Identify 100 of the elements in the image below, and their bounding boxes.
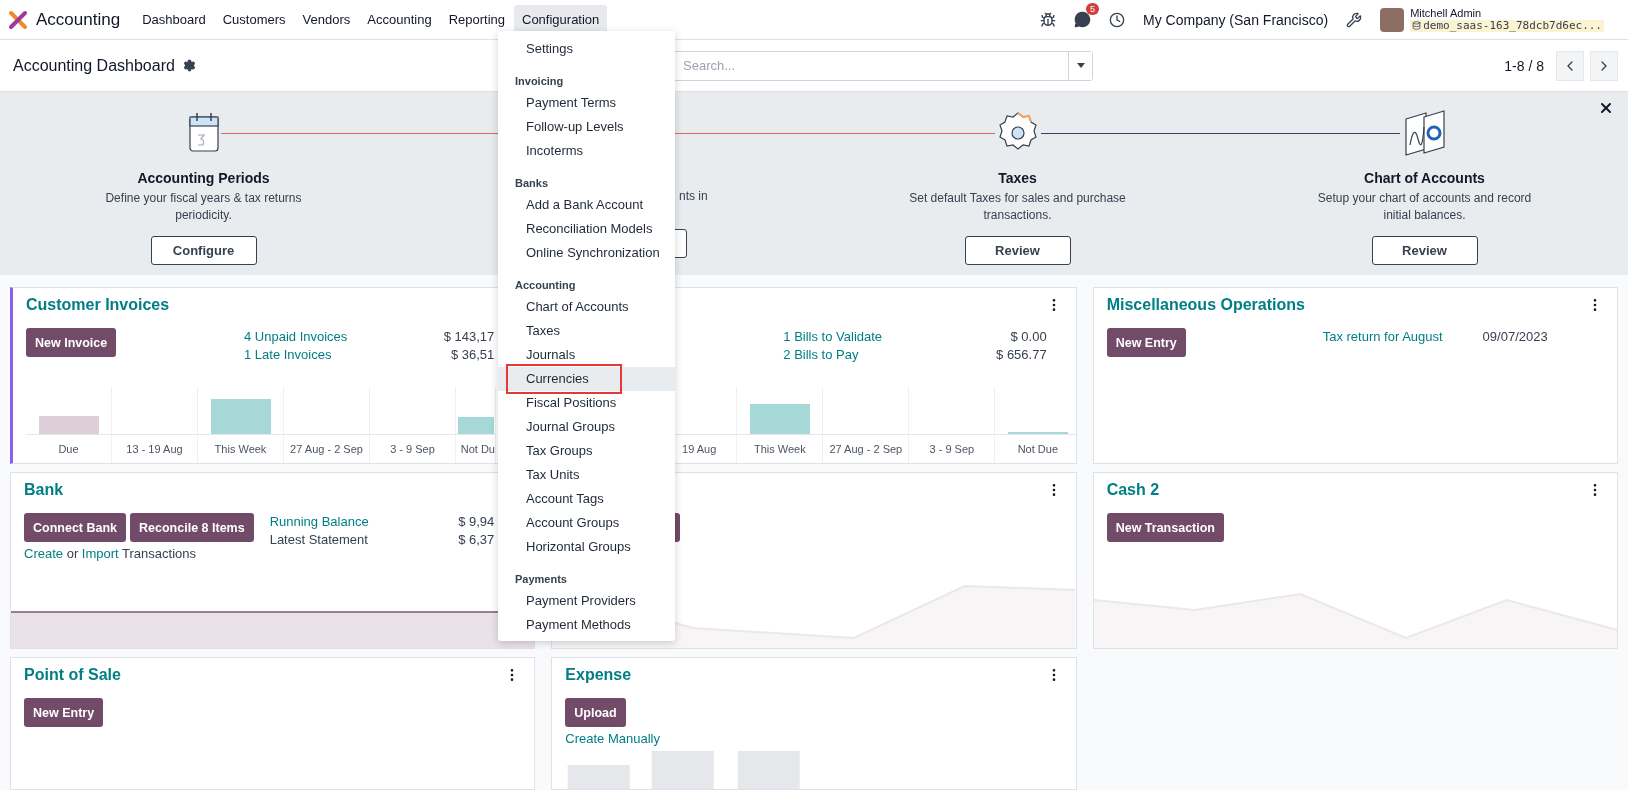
nav-menu-item[interactable]: Dashboard: [134, 5, 214, 34]
chart-bar: [210, 399, 271, 434]
stat-label[interactable]: 1 Late Invoices: [244, 346, 428, 364]
stat-label[interactable]: 1 Bills to Validate: [783, 328, 981, 346]
card-title[interactable]: Bank: [24, 481, 64, 499]
chart-bar: [749, 404, 810, 434]
user-avatar[interactable]: [1380, 7, 1405, 32]
card-title[interactable]: Point of Sale: [24, 666, 121, 684]
menu-item[interactable]: Account Groups: [498, 511, 675, 535]
axis-label: This Week: [214, 442, 267, 457]
axis-label: 3 - 9 Sep: [929, 442, 975, 457]
action-link[interactable]: Create Manually: [565, 731, 660, 746]
card-title[interactable]: Customer Invoices: [26, 296, 170, 314]
stat-label[interactable]: 2 Bills to Pay: [783, 346, 981, 364]
nav-menu-item[interactable]: Accounting: [359, 5, 440, 34]
menu-item[interactable]: Payment Methods: [498, 613, 675, 637]
close-button[interactable]: [1598, 100, 1614, 116]
stat-label[interactable]: Running Balance: [269, 513, 443, 531]
axis-label: 27 Aug - 2 Sep: [829, 442, 903, 457]
card-title[interactable]: Expense: [565, 666, 632, 684]
nav-menu-item[interactable]: Reporting: [440, 5, 513, 34]
chart-bar: [38, 416, 99, 434]
app-logo[interactable]: [8, 9, 28, 30]
nav-menu-item[interactable]: Customers: [214, 5, 294, 34]
card-title[interactable]: Miscellaneous Operations: [1106, 296, 1305, 314]
menu-section-header: Accounting: [514, 278, 577, 293]
next-button[interactable]: [1590, 50, 1618, 81]
menu-item[interactable]: Incoterms: [498, 139, 675, 163]
menu-item[interactable]: Payment Providers: [498, 589, 675, 613]
menu-item[interactable]: Journals: [498, 343, 675, 367]
menu-item[interactable]: Account Tags: [498, 487, 675, 511]
step-description: Set default Taxes for sales and purchase transactions.: [908, 190, 1127, 225]
menu-section-header: Invoicing: [514, 74, 565, 89]
primary-button[interactable]: Upload: [565, 698, 626, 727]
company-switcher[interactable]: My Company (San Francisco): [1143, 11, 1329, 28]
chat-icon[interactable]: [1074, 11, 1091, 28]
stat-value: $ 0.00: [1009, 328, 1047, 346]
menu-item[interactable]: Payment Terms: [498, 91, 675, 115]
primary-button[interactable]: Reconcile 8 Items: [130, 513, 254, 542]
action-link[interactable]: Import: [81, 546, 119, 561]
step-button[interactable]: Review: [1371, 236, 1478, 265]
menu-item[interactable]: Chart of Accounts: [498, 295, 675, 319]
card-title[interactable]: Cash 2: [1106, 481, 1160, 499]
stat-label[interactable]: Tax return for August: [1322, 328, 1443, 357]
primary-button[interactable]: New Entry: [1106, 328, 1186, 357]
menu-item[interactable]: Fiscal Positions: [498, 391, 675, 415]
step-description: nts in: [679, 188, 708, 205]
search-options-button[interactable]: [1068, 51, 1092, 80]
bug-icon[interactable]: [1040, 11, 1056, 28]
page-title: Accounting Dashboard: [13, 56, 175, 75]
clock-icon[interactable]: [1109, 11, 1125, 28]
database-name: demo_saas-163_78dcb7d6ec...: [1410, 19, 1604, 33]
axis-label: 13 - 19 Aug: [126, 442, 183, 457]
step-title: Taxes: [998, 170, 1037, 186]
action-sentence: Create or Import Transactions: [24, 546, 197, 561]
database-icon: [1412, 21, 1422, 31]
axis-label: Not Due: [1017, 442, 1058, 457]
menu-item[interactable]: Reconciliation Models: [498, 217, 675, 241]
axis-label: Due: [58, 442, 79, 457]
nav-menu-item[interactable]: Vendors: [294, 5, 359, 34]
menu-item[interactable]: Online Synchronization: [498, 241, 675, 265]
chart-bar: [457, 417, 494, 434]
stat-value: $ 656.77: [996, 346, 1047, 364]
menu-item[interactable]: Taxes: [498, 319, 675, 343]
user-name[interactable]: Mitchell Admin: [1410, 6, 1604, 20]
menu-item[interactable]: Follow-up Levels: [498, 115, 675, 139]
step-description: Define your fiscal years & tax returns periodicity.: [104, 190, 303, 225]
menu-section-header: Payments: [514, 572, 568, 587]
stat-label: Latest Statement: [269, 531, 369, 549]
primary-button[interactable]: Connect Bank: [24, 513, 127, 542]
stat-value: $ 6,37: [458, 531, 495, 549]
stat-label[interactable]: 4 Unpaid Invoices: [244, 328, 428, 346]
menu-item[interactable]: Horizontal Groups: [498, 535, 675, 559]
axis-label: 3 - 9 Sep: [390, 442, 435, 457]
primary-button[interactable]: New Entry: [24, 698, 104, 727]
stat-value: $ 36,51: [449, 346, 495, 364]
tools-icon[interactable]: [1346, 11, 1363, 28]
notification-badge: 5: [1086, 3, 1099, 15]
stat-value: $ 9,94: [458, 513, 495, 531]
action-link[interactable]: Create: [24, 546, 64, 561]
axis-label: This Week: [753, 442, 806, 457]
menu-item[interactable]: Tax Units: [498, 463, 675, 487]
primary-button[interactable]: New Transaction: [1106, 513, 1224, 542]
stat-value: 09/07/2023: [1482, 328, 1548, 346]
menu-item[interactable]: Tax Groups: [498, 439, 675, 463]
pager-counter[interactable]: 1-8 / 8: [1504, 57, 1544, 74]
step-description: Setup your chart of accounts and record initial balances.: [1316, 190, 1533, 225]
menu-item[interactable]: Currencies: [498, 367, 675, 391]
previous-button[interactable]: [1556, 50, 1584, 81]
axis-label: 27 Aug - 2 Sep: [290, 442, 363, 457]
menu-item[interactable]: Journal Groups: [498, 415, 675, 439]
axis-label: 19 Aug: [682, 442, 718, 457]
axis-label: Not Du: [460, 442, 495, 457]
primary-button[interactable]: New Invoice: [26, 328, 117, 357]
step-title: Chart of Accounts: [1364, 170, 1485, 186]
step-button[interactable]: Configure: [150, 236, 257, 265]
menu-item[interactable]: Add a Bank Account: [498, 193, 675, 217]
app-name[interactable]: Accounting: [36, 9, 121, 30]
step-button[interactable]: Review: [964, 236, 1071, 265]
settings-icon[interactable]: [182, 59, 196, 72]
